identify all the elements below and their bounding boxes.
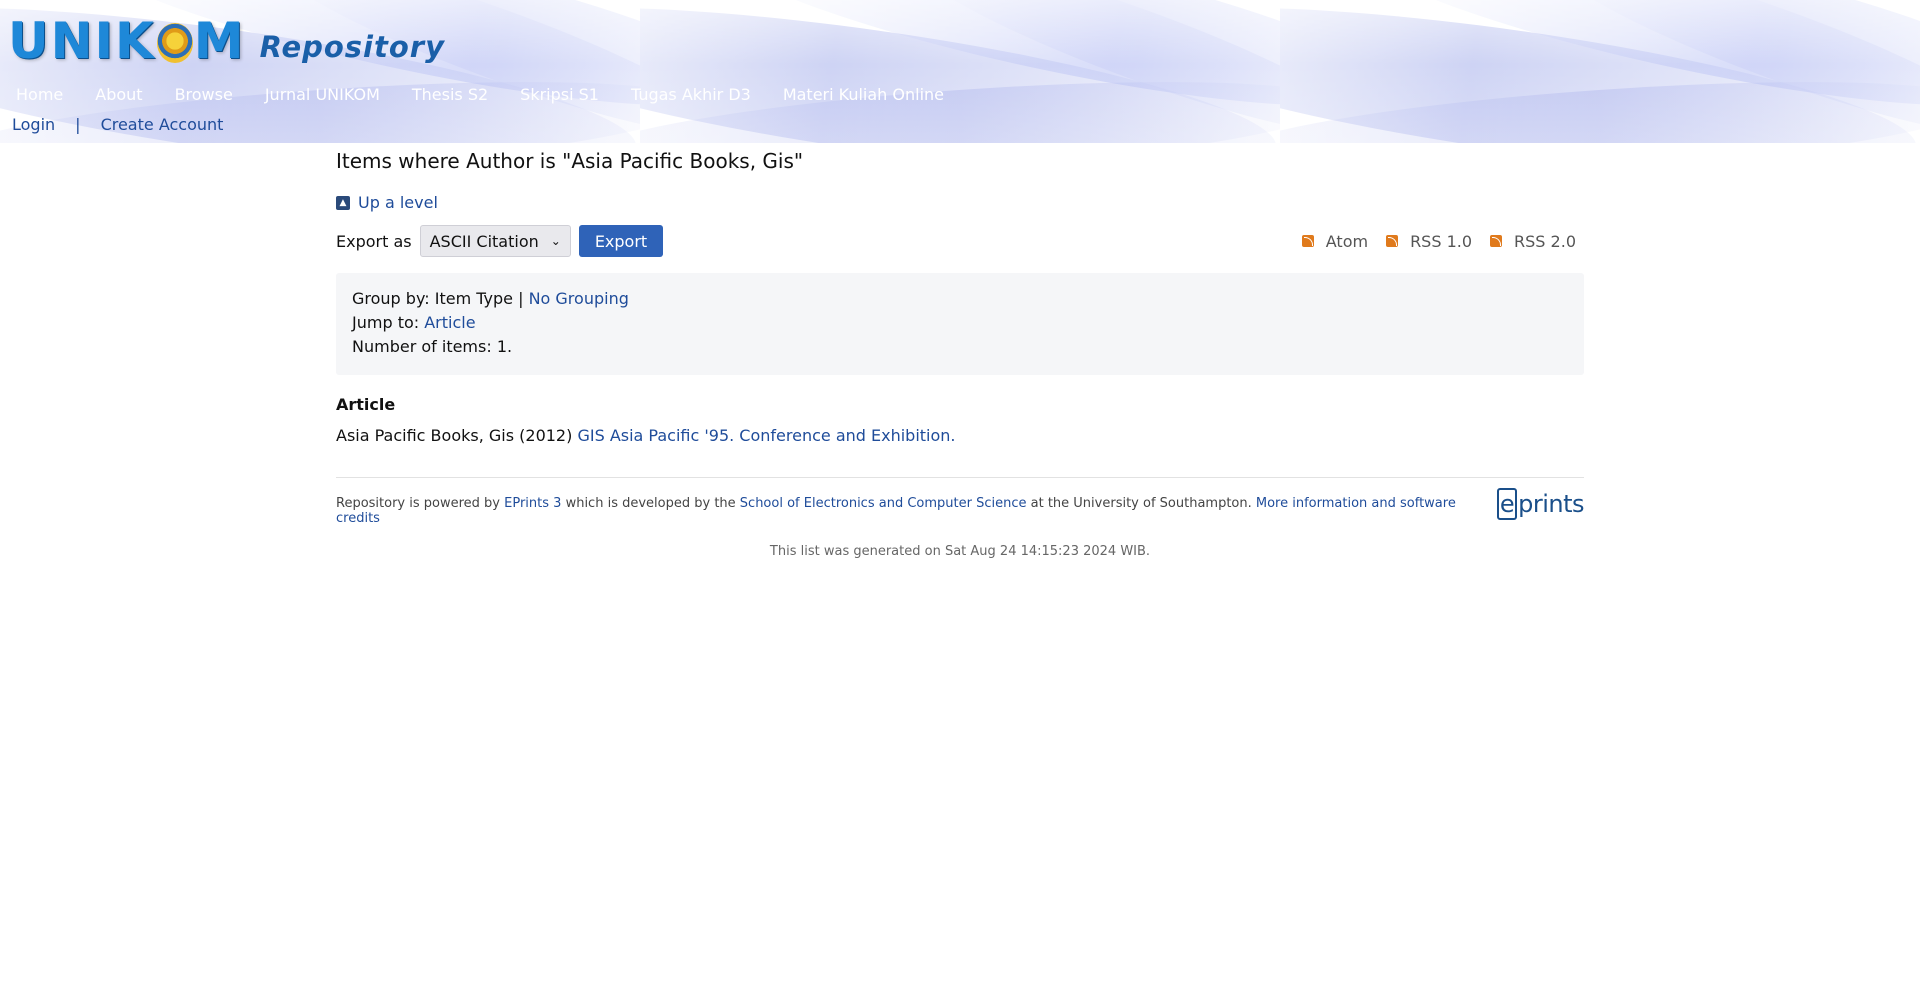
jump-to-label: Jump to: — [352, 313, 420, 332]
feed-rss1[interactable]: RSS 1.0 — [1386, 232, 1472, 251]
export-bar: Export as ASCII Citation ⌄ Export Atom R… — [336, 225, 1584, 257]
citation-item: Asia Pacific Books, Gis (2012) GIS Asia … — [336, 426, 1584, 445]
university-emblem-icon — [156, 23, 193, 63]
feed-rss1-link[interactable]: RSS 1.0 — [1410, 232, 1472, 251]
header-background — [1280, 0, 1920, 143]
feed-rss2[interactable]: RSS 2.0 — [1490, 232, 1576, 251]
rss-feed-icon — [1490, 235, 1503, 247]
jump-to-line: Jump to: Article — [352, 311, 1568, 335]
group-by-label: Group by: Item Type | — [352, 289, 524, 308]
feed-atom-link[interactable]: Atom — [1326, 232, 1368, 251]
feed-atom[interactable]: Atom — [1301, 232, 1368, 251]
rss-feed-icon — [1386, 235, 1399, 247]
eprints-logo[interactable]: e prints — [1496, 488, 1584, 520]
logo-wordmark: UNIK M — [8, 12, 246, 70]
eprints-link[interactable]: EPrints 3 — [504, 496, 561, 511]
up-level-link[interactable]: Up a level — [358, 193, 438, 212]
footer-text: at the University of Southampton. — [1030, 496, 1252, 511]
menu-item-home[interactable]: Home — [0, 84, 79, 106]
footer-text: Repository is powered by — [336, 496, 500, 511]
footer-credits: Repository is powered by EPrints 3 which… — [336, 496, 1497, 526]
create-account-link[interactable]: Create Account — [101, 115, 224, 134]
menu-item-thesis-s2[interactable]: Thesis S2 — [396, 84, 504, 106]
eprints-logo-e: e — [1496, 488, 1518, 520]
footer-text: which is developed by the — [565, 496, 736, 511]
header-background — [640, 0, 1280, 143]
export-button[interactable]: Export — [578, 225, 664, 257]
menu-item-skripsi-s1[interactable]: Skripsi S1 — [504, 84, 615, 106]
menu-item-materi-kuliah-online[interactable]: Materi Kuliah Online — [767, 84, 960, 106]
citation-author-year: Asia Pacific Books, Gis (2012) — [336, 426, 573, 445]
site-header: UNIK M Repository Home About Browse Jurna… — [0, 0, 1920, 143]
citation-title-link[interactable]: GIS Asia Pacific '95. Conference and Exh… — [577, 426, 955, 445]
feed-rss2-link[interactable]: RSS 2.0 — [1514, 232, 1576, 251]
menu-item-tugas-akhir-d3[interactable]: Tugas Akhir D3 — [615, 84, 767, 106]
no-grouping-link[interactable]: No Grouping — [529, 289, 629, 308]
ecs-link[interactable]: School of Electronics and Computer Scien… — [740, 496, 1027, 511]
rss-feed-icon — [1301, 235, 1314, 247]
group-by-line: Group by: Item Type | No Grouping — [352, 287, 1568, 311]
menu-item-browse[interactable]: Browse — [159, 84, 249, 106]
menu-item-jurnal-unikom[interactable]: Jurnal UNIKOM — [249, 84, 396, 106]
main-content: Items where Author is "Asia Pacific Book… — [336, 143, 1584, 559]
logo-subtitle: Repository — [259, 30, 445, 64]
jump-to-article-link[interactable]: Article — [424, 313, 475, 332]
chevron-down-icon: ⌄ — [550, 234, 561, 248]
user-bar: Login | Create Account — [12, 115, 223, 134]
generated-timestamp: This list was generated on Sat Aug 24 14… — [769, 544, 1151, 559]
main-menu: Home About Browse Jurnal UNIKOM Thesis S… — [0, 84, 960, 106]
item-count: Number of items: 1. — [352, 337, 513, 356]
feed-links: Atom RSS 1.0 RSS 2.0 — [1284, 232, 1576, 251]
export-format-value: ASCII Citation — [429, 231, 539, 251]
separator: | — [75, 115, 81, 134]
menu-item-about[interactable]: About — [79, 84, 158, 106]
site-logo[interactable]: UNIK M Repository — [8, 8, 445, 68]
site-footer: Repository is powered by EPrints 3 which… — [336, 477, 1584, 526]
up-level: ▲ Up a level — [336, 193, 1584, 212]
grouping-box: Group by: Item Type | No Grouping Jump t… — [336, 273, 1584, 375]
section-heading-article: Article — [336, 395, 396, 414]
login-link[interactable]: Login — [12, 115, 55, 134]
export-format-select[interactable]: ASCII Citation ⌄ — [419, 225, 571, 257]
page-title: Items where Author is "Asia Pacific Book… — [336, 149, 804, 173]
export-label: Export as — [336, 231, 412, 251]
up-arrow-icon: ▲ — [336, 195, 350, 210]
eprints-logo-text: prints — [1518, 490, 1584, 518]
